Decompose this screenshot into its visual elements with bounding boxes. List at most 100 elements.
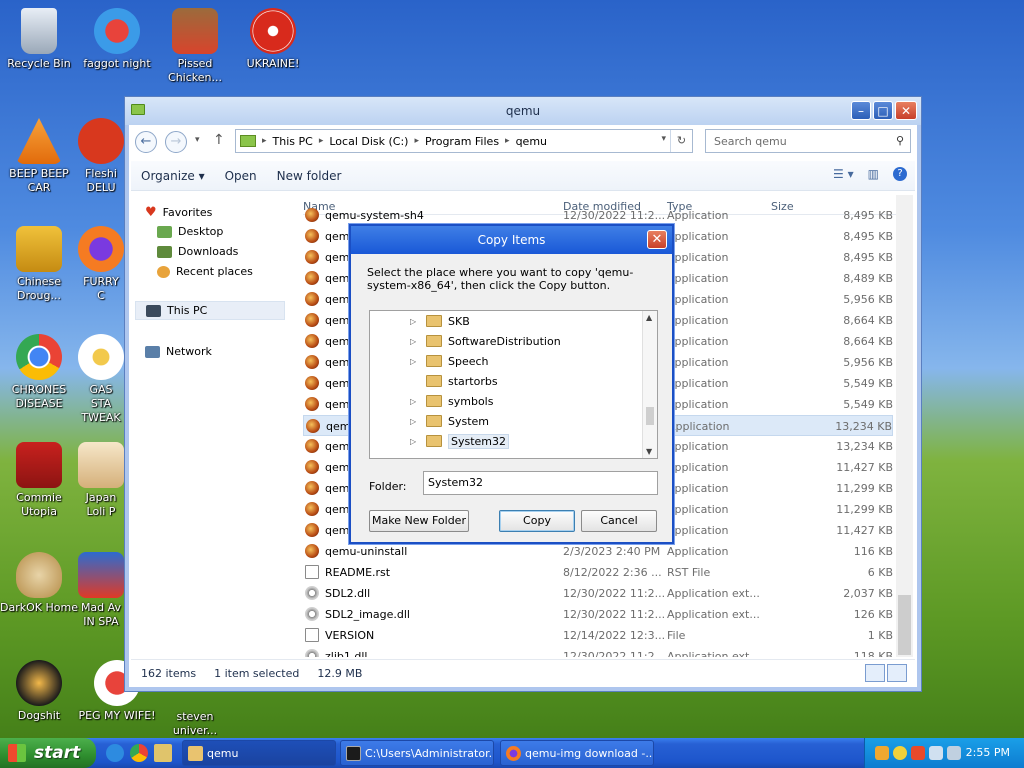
tree-node[interactable]: ▷ Speech <box>410 351 489 371</box>
nav-this-pc[interactable]: This PC <box>135 301 285 320</box>
breadcrumb-this-pc[interactable]: This PC <box>273 135 313 148</box>
desktop-icon-14[interactable]: Mad Av IN SPA <box>78 552 124 629</box>
tree-scrollbar[interactable]: ▲ ▼ <box>642 311 657 458</box>
file-type: Application <box>668 420 730 433</box>
desktop-icon-10[interactable]: GAS STA TWEAK <box>78 334 124 425</box>
smiley-icon[interactable] <box>893 746 907 760</box>
chevron-down-icon[interactable]: ▼ <box>646 447 652 456</box>
file-row[interactable]: zlib1.dll 12/30/2022 11:2... Application e… <box>303 646 893 657</box>
chrome-icon[interactable] <box>130 744 148 762</box>
expand-arrow-icon[interactable]: ▷ <box>410 417 420 426</box>
folder-icon[interactable] <box>154 744 172 762</box>
expand-arrow-icon[interactable]: ▷ <box>410 437 420 446</box>
minimize-button[interactable]: – <box>851 101 871 120</box>
nav-desktop[interactable]: Desktop <box>157 225 223 238</box>
desktop-icon-11[interactable]: Commie Utopia <box>0 442 78 519</box>
forward-button[interactable]: → <box>165 131 187 153</box>
file-size: 8,489 KB <box>843 272 893 285</box>
desktop-icon-8[interactable]: FURRY C <box>78 226 124 303</box>
large-icons-view-icon[interactable] <box>887 664 907 682</box>
folder-tree[interactable]: ▷ SKB ▷ SoftwareDistribution ▷ Speech startorb… <box>369 310 658 459</box>
file-row[interactable]: qemu-uninstall 2/3/2023 2:40 PM Applicatio… <box>303 541 893 562</box>
copy-button[interactable]: Copy <box>499 510 575 532</box>
open-button[interactable]: Open <box>215 169 267 183</box>
close-button[interactable]: ✕ <box>895 101 917 120</box>
file-row[interactable]: VERSION 12/14/2022 12:3... File 1 KB <box>303 625 893 646</box>
up-button[interactable]: ↑ <box>213 132 225 148</box>
tree-node[interactable]: ▷ symbols <box>410 391 493 411</box>
breadcrumb-program-files[interactable]: Program Files <box>425 135 499 148</box>
desktop-icon-17[interactable]: steven univer... <box>156 690 234 738</box>
desktop-icon-recycle-bin[interactable]: Recycle Bin <box>0 8 78 71</box>
tree-node[interactable]: ▷ SoftwareDistribution <box>410 331 561 351</box>
back-button[interactable]: ← <box>135 131 157 153</box>
address-row: ← → ▾ ↑ ▸ This PC ▸ Local Disk (C:) ▸ Pr… <box>131 129 915 155</box>
expand-arrow-icon[interactable]: ▷ <box>410 337 420 346</box>
file-row[interactable]: qemu-system-sh4 12/30/2022 11:2... Applica… <box>303 205 893 226</box>
tree-scroll-thumb[interactable] <box>646 407 654 425</box>
desktop-icon-3[interactable]: Pissed Chicken... <box>156 8 234 85</box>
taskbar-item-firefox[interactable]: qemu-img download -... <box>500 740 654 766</box>
breadcrumb-qemu[interactable]: qemu <box>516 135 547 148</box>
expand-arrow-icon[interactable]: ▷ <box>410 397 420 406</box>
desktop-icon-9[interactable]: CHRONES DISEASE <box>0 334 78 411</box>
volume-icon[interactable] <box>947 746 961 760</box>
search-input[interactable]: Search qemu ⚲ <box>705 129 911 153</box>
desktop-icon-13[interactable]: DarkOK Home <box>0 552 78 615</box>
taskbar-item-cmd[interactable]: C:\Users\Administrator... <box>340 740 494 766</box>
qemu-app-icon <box>305 439 319 453</box>
scrollbar-thumb[interactable] <box>898 595 911 655</box>
desktop-icon-2[interactable]: faggot night <box>78 8 156 71</box>
search-icon[interactable] <box>875 746 889 760</box>
maximize-button[interactable]: □ <box>873 101 893 120</box>
details-view-icon[interactable] <box>865 664 885 682</box>
qemu-app-icon <box>305 313 319 327</box>
expand-arrow-icon[interactable]: ▷ <box>410 357 420 366</box>
explorer-titlebar[interactable]: qemu – □ ✕ <box>125 97 921 125</box>
preview-pane-icon[interactable]: ▥ <box>868 167 879 181</box>
file-type: File <box>667 629 686 642</box>
tree-node[interactable]: ▷ System <box>410 411 489 431</box>
nav-network[interactable]: Network <box>145 345 212 358</box>
expand-arrow-icon[interactable]: ▷ <box>410 317 420 326</box>
ie-icon[interactable] <box>106 744 124 762</box>
desktop-icon-5[interactable]: BEEP BEEP CAR <box>0 118 78 195</box>
tree-node[interactable]: startorbs <box>410 371 498 391</box>
folder-input[interactable]: System32 <box>423 471 658 495</box>
recent-locations-icon[interactable]: ▾ <box>195 135 200 145</box>
nav-recent-places[interactable]: Recent places <box>157 265 253 278</box>
address-bar[interactable]: ▸ This PC ▸ Local Disk (C:) ▸ Program Fi… <box>235 129 693 153</box>
file-row[interactable]: README.rst 8/12/2022 2:36 ... RST File 6 KB <box>303 562 893 583</box>
make-new-folder-button[interactable]: Make New Folder <box>369 510 469 532</box>
nav-downloads[interactable]: Downloads <box>157 245 238 258</box>
taskbar-item-qemu[interactable]: qemu <box>182 740 336 766</box>
network-icon[interactable] <box>929 746 943 760</box>
tree-node[interactable]: ▷ System32 <box>410 431 510 451</box>
organize-button[interactable]: Organize ▾ <box>131 169 215 183</box>
refresh-icon[interactable]: ↻ <box>670 130 692 152</box>
desktop-icon-6[interactable]: Fleshi DELU <box>78 118 124 195</box>
cancel-button[interactable]: Cancel <box>581 510 657 532</box>
chevron-down-icon[interactable]: ▾ <box>661 134 666 144</box>
start-button[interactable]: start <box>0 738 96 768</box>
file-size: 116 KB <box>853 545 893 558</box>
desktop-icon-7[interactable]: Chinese Droug... <box>0 226 78 303</box>
nav-favorites[interactable]: ♥ Favorites <box>145 205 212 220</box>
file-row[interactable]: SDL2_image.dll 12/30/2022 11:2... Applicat… <box>303 604 893 625</box>
desktop-icon-15[interactable]: Dogshit <box>0 660 78 723</box>
desktop-icon-12[interactable]: Japan Loli P <box>78 442 124 519</box>
tree-node[interactable]: ▷ SKB <box>410 311 470 331</box>
dialog-title[interactable]: Copy Items <box>351 226 672 254</box>
desktop-icon-4[interactable]: UKRAINE! <box>234 8 312 71</box>
folder-icon <box>426 435 442 447</box>
dialog-close-button[interactable]: ✕ <box>647 230 667 249</box>
vertical-scrollbar[interactable] <box>896 195 913 657</box>
file-row[interactable]: SDL2.dll 12/30/2022 11:2... Application ex… <box>303 583 893 604</box>
help-icon[interactable]: ? <box>893 167 907 181</box>
chevron-up-icon[interactable]: ▲ <box>646 313 652 322</box>
new-folder-button[interactable]: New folder <box>267 169 352 183</box>
file-type: Application <box>667 230 729 243</box>
app-tray-icon[interactable] <box>911 746 925 760</box>
breadcrumb-local-disk[interactable]: Local Disk (C:) <box>329 135 408 148</box>
view-options-icon[interactable]: ☰ ▾ <box>833 167 854 181</box>
